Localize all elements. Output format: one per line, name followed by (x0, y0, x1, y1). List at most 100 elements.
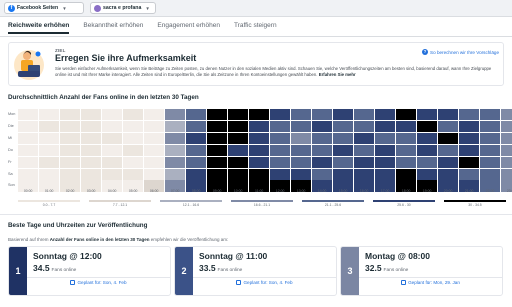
heatmap-cell[interactable] (186, 132, 207, 144)
heatmap-cell[interactable] (186, 168, 207, 180)
heatmap-cell[interactable] (417, 144, 438, 156)
scheduled-link[interactable]: Geplant für: Son, 4. Feb (193, 280, 336, 285)
heatmap-cell[interactable] (354, 132, 375, 144)
heatmap-cell[interactable] (207, 120, 228, 133)
heatmap-cell[interactable] (249, 156, 270, 168)
heatmap-cell[interactable] (249, 132, 270, 144)
heatmap-cell[interactable] (228, 132, 249, 144)
heatmap-cell[interactable] (501, 132, 512, 144)
heatmap-cell[interactable] (123, 120, 144, 133)
heatmap-cell[interactable] (396, 168, 417, 180)
heatmap-cell[interactable] (480, 109, 501, 121)
heatmap-cell[interactable] (39, 168, 60, 180)
heatmap-cell[interactable] (207, 132, 228, 144)
page-selector[interactable]: f Facebook Seiten ▼ (4, 2, 84, 14)
heatmap-cell[interactable] (312, 144, 333, 156)
heatmap-cell[interactable] (291, 120, 312, 133)
heatmap-cell[interactable] (312, 120, 333, 133)
heatmap-cell[interactable] (459, 168, 480, 180)
heatmap-cell[interactable] (144, 144, 165, 156)
heatmap-cell[interactable] (60, 168, 81, 180)
heatmap-cell[interactable] (333, 156, 354, 168)
tab-engagement[interactable]: Engagement erhöhen (157, 22, 220, 34)
heatmap-cell[interactable] (18, 120, 39, 133)
heatmap-cell[interactable] (333, 120, 354, 133)
heatmap-cell[interactable] (438, 120, 459, 133)
heatmap-cell[interactable] (102, 156, 123, 168)
heatmap-cell[interactable] (39, 120, 60, 133)
heatmap-cell[interactable] (186, 109, 207, 121)
scheduled-link[interactable]: Geplant für: Mon, 29. Jan (359, 280, 502, 285)
heatmap-cell[interactable] (270, 120, 291, 133)
heatmap-cell[interactable] (312, 168, 333, 180)
heatmap-cell[interactable] (39, 109, 60, 121)
heatmap-cell[interactable] (291, 156, 312, 168)
heatmap-cell[interactable] (228, 168, 249, 180)
heatmap-cell[interactable] (165, 168, 186, 180)
heatmap-cell[interactable] (81, 132, 102, 144)
heatmap-cell[interactable] (144, 168, 165, 180)
heatmap-cell[interactable] (228, 156, 249, 168)
heatmap-cell[interactable] (354, 109, 375, 121)
heatmap-cell[interactable] (291, 109, 312, 121)
heatmap-cell[interactable] (396, 144, 417, 156)
heatmap-cell[interactable] (144, 156, 165, 168)
heatmap-cell[interactable] (459, 144, 480, 156)
heatmap-cell[interactable] (417, 156, 438, 168)
heatmap-cell[interactable] (60, 144, 81, 156)
heatmap-cell[interactable] (480, 168, 501, 180)
heatmap-cell[interactable] (396, 109, 417, 121)
heatmap-cell[interactable] (396, 156, 417, 168)
account-selector[interactable]: sacra e profana ▼ (90, 2, 156, 14)
heatmap-cell[interactable] (60, 156, 81, 168)
learn-more-link[interactable]: Erfahren Sie mehr (319, 72, 356, 77)
heatmap-cell[interactable] (123, 109, 144, 121)
heatmap-cell[interactable] (270, 109, 291, 121)
heatmap-cell[interactable] (438, 132, 459, 144)
heatmap-cell[interactable] (18, 168, 39, 180)
heatmap-cell[interactable] (39, 156, 60, 168)
heatmap-cell[interactable] (354, 120, 375, 133)
heatmap-cell[interactable] (207, 144, 228, 156)
tab-reichweite[interactable]: Reichweite erhöhen (8, 22, 70, 34)
heatmap-cell[interactable] (144, 120, 165, 133)
heatmap-cell[interactable] (228, 144, 249, 156)
heatmap-cell[interactable] (186, 144, 207, 156)
heatmap-cell[interactable] (270, 156, 291, 168)
heatmap-cell[interactable] (270, 144, 291, 156)
heatmap-cell[interactable] (186, 120, 207, 133)
heatmap-cell[interactable] (333, 144, 354, 156)
heatmap-cell[interactable] (18, 144, 39, 156)
heatmap-cell[interactable] (228, 120, 249, 133)
heatmap-cell[interactable] (270, 168, 291, 180)
tab-bekanntheit[interactable]: Bekanntheit erhöhen (83, 22, 143, 34)
heatmap-cell[interactable] (375, 144, 396, 156)
heatmap-cell[interactable] (291, 144, 312, 156)
heatmap-cell[interactable] (249, 120, 270, 133)
heatmap-cell[interactable] (39, 132, 60, 144)
heatmap-cell[interactable] (186, 156, 207, 168)
heatmap-cell[interactable] (312, 156, 333, 168)
heatmap-cell[interactable] (501, 156, 512, 168)
heatmap-cell[interactable] (165, 132, 186, 144)
heatmap-cell[interactable] (60, 109, 81, 121)
scheduled-link[interactable]: Geplant für: Son, 4. Feb (27, 280, 170, 285)
heatmap-cell[interactable] (165, 156, 186, 168)
heatmap-cell[interactable] (102, 132, 123, 144)
heatmap-cell[interactable] (18, 109, 39, 121)
heatmap-cell[interactable] (375, 109, 396, 121)
heatmap-cell[interactable] (123, 156, 144, 168)
heatmap-cell[interactable] (312, 109, 333, 121)
heatmap-cell[interactable] (438, 109, 459, 121)
heatmap-cell[interactable] (123, 144, 144, 156)
heatmap-cell[interactable] (333, 132, 354, 144)
heatmap-cell[interactable] (102, 109, 123, 121)
heatmap-cell[interactable] (501, 144, 512, 156)
heatmap-cell[interactable] (123, 132, 144, 144)
heatmap-cell[interactable] (81, 144, 102, 156)
heatmap-cell[interactable] (333, 109, 354, 121)
heatmap-cell[interactable] (501, 120, 512, 133)
heatmap-cell[interactable] (312, 132, 333, 144)
heatmap-cell[interactable] (501, 168, 512, 180)
heatmap-cell[interactable] (144, 132, 165, 144)
